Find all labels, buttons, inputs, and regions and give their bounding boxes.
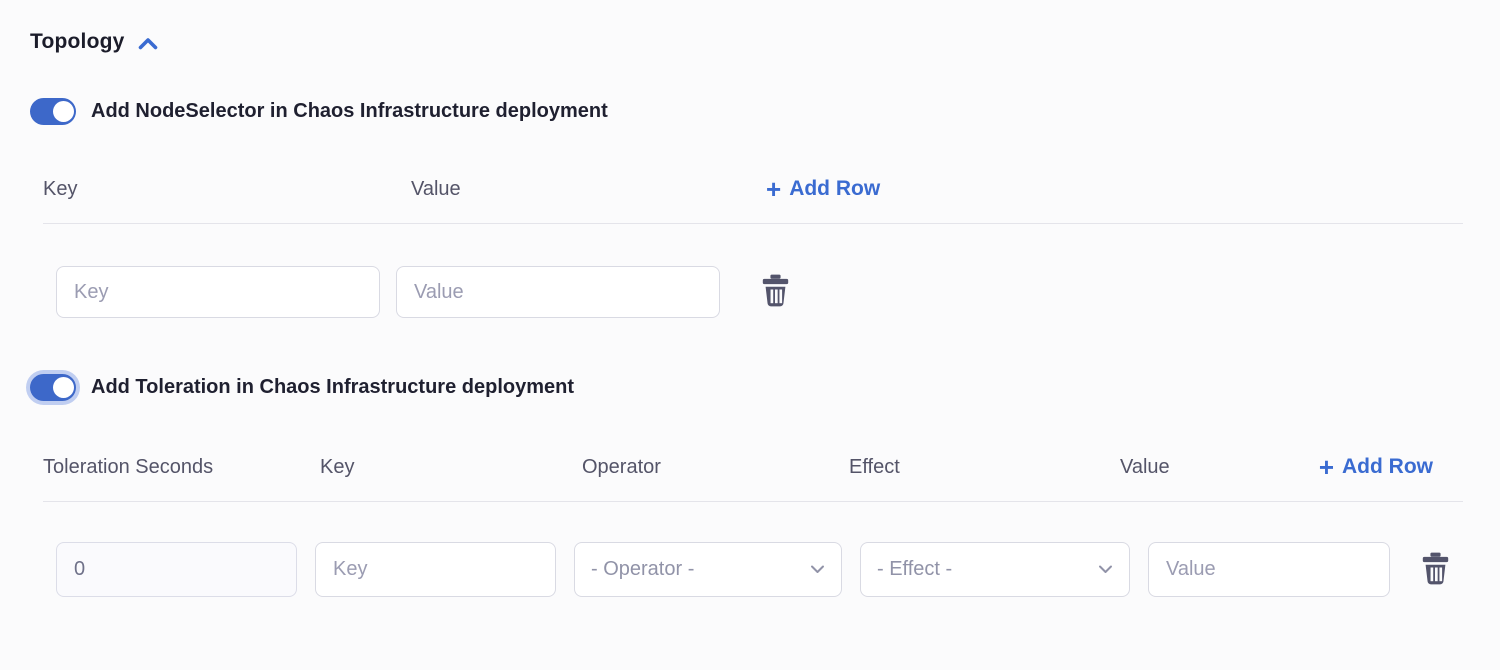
- trash-icon: [760, 274, 791, 310]
- header-operator: Operator: [582, 456, 849, 479]
- key-input[interactable]: [56, 266, 380, 318]
- toleration-table: Toleration Seconds Key Operator Effect V…: [43, 455, 1463, 597]
- toleration-row: - Operator - - Effect -: [56, 542, 1463, 597]
- toleration-toggle-row: Add Toleration in Chaos Infrastructure d…: [30, 374, 1500, 401]
- node-selector-toggle[interactable]: [30, 98, 76, 125]
- node-selector-row: [56, 266, 1463, 318]
- add-row-button-toleration[interactable]: + Add Row: [1319, 455, 1433, 479]
- toleration-toggle-label: Add Toleration in Chaos Infrastructure d…: [91, 376, 574, 399]
- add-row-button-nodeselector[interactable]: + Add Row: [766, 177, 880, 201]
- delete-row-button[interactable]: [1420, 552, 1451, 588]
- trash-icon: [1420, 552, 1451, 588]
- node-selector-table: Key Value + Add Row: [43, 177, 1463, 318]
- plus-icon: +: [1319, 457, 1334, 477]
- effect-select[interactable]: - Effect -: [860, 542, 1130, 597]
- header-toleration-seconds: Toleration Seconds: [43, 456, 320, 479]
- value-input[interactable]: [396, 266, 720, 318]
- header-value: Value: [1120, 456, 1278, 479]
- node-selector-table-header: Key Value + Add Row: [43, 177, 1463, 224]
- effect-select-value: - Effect -: [877, 558, 952, 581]
- chevron-down-icon: [810, 561, 825, 579]
- header-key: Key: [43, 178, 411, 201]
- header-value: Value: [411, 178, 766, 201]
- operator-select[interactable]: - Operator -: [574, 542, 842, 597]
- node-selector-toggle-label: Add NodeSelector in Chaos Infrastructure…: [91, 100, 608, 123]
- toggle-knob: [53, 377, 74, 398]
- delete-row-button[interactable]: [760, 274, 791, 310]
- toleration-seconds-input[interactable]: [56, 542, 297, 597]
- value-input[interactable]: [1148, 542, 1390, 597]
- topology-section-header[interactable]: Topology: [30, 30, 1500, 54]
- add-row-label: Add Row: [1342, 455, 1433, 479]
- header-effect: Effect: [849, 456, 1120, 479]
- chevron-down-icon: [1098, 561, 1113, 579]
- toggle-knob: [53, 101, 74, 122]
- header-key: Key: [320, 456, 582, 479]
- operator-select-value: - Operator -: [591, 558, 694, 581]
- toleration-table-header: Toleration Seconds Key Operator Effect V…: [43, 455, 1463, 502]
- plus-icon: +: [766, 179, 781, 199]
- topology-settings-page: Topology Add NodeSelector in Chaos Infra…: [0, 0, 1500, 670]
- section-title: Topology: [30, 30, 125, 54]
- key-input[interactable]: [315, 542, 556, 597]
- add-row-label: Add Row: [789, 177, 880, 201]
- toleration-toggle[interactable]: [30, 374, 76, 401]
- chevron-up-icon[interactable]: [137, 36, 159, 51]
- node-selector-toggle-row: Add NodeSelector in Chaos Infrastructure…: [30, 98, 1500, 125]
